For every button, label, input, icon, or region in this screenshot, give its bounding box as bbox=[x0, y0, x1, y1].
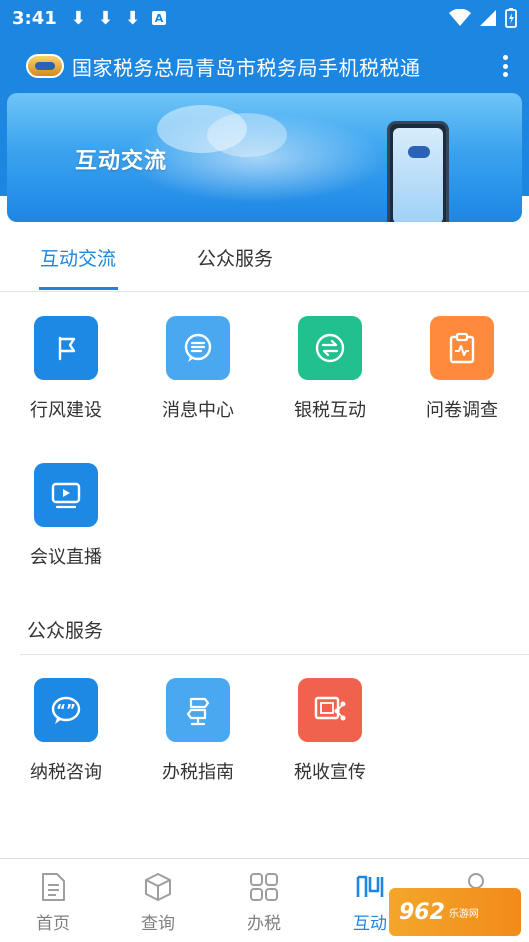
a-notification-icon: A bbox=[152, 11, 167, 25]
video-icon bbox=[34, 463, 98, 527]
grid-item-tax-promotion[interactable]: 税收宣传 bbox=[275, 678, 385, 784]
speech-bubble-graphic bbox=[207, 113, 287, 157]
cube-icon bbox=[145, 873, 171, 901]
grid-item-label: 银税互动 bbox=[294, 400, 366, 421]
grid-item-label: 问卷调查 bbox=[426, 400, 498, 421]
signal-icon bbox=[480, 10, 496, 26]
grid-item-survey[interactable]: 问卷调查 bbox=[407, 316, 517, 422]
grid-icon bbox=[250, 873, 278, 901]
download-icon: ⬇ bbox=[70, 7, 86, 29]
grid-item-label: 消息中心 bbox=[162, 400, 234, 421]
signpost-icon bbox=[166, 678, 230, 742]
nav-label: 首页 bbox=[36, 914, 70, 934]
tab-bar: 互动交流 公众服务 bbox=[0, 222, 529, 292]
status-bar: 3:41 ⬇ ⬇ ⬇ A bbox=[0, 0, 529, 36]
download-icon: ⬇ bbox=[97, 7, 113, 29]
nav-query[interactable]: 查询 bbox=[118, 871, 198, 934]
tab-indicator bbox=[39, 287, 118, 290]
grid-item-label: 纳税咨询 bbox=[30, 762, 102, 783]
grid-item-label: 税收宣传 bbox=[294, 762, 366, 783]
section-divider bbox=[20, 654, 529, 655]
section-title-public-service: 公众服务 bbox=[27, 620, 104, 642]
flag-icon bbox=[34, 316, 98, 380]
download-icon: ⬇ bbox=[124, 7, 141, 29]
grid-item-tax-guide[interactable]: 办税指南 bbox=[143, 678, 253, 784]
app-bar: 国家税务总局青岛市税务局手机税税通 bbox=[0, 36, 529, 96]
nav-label: 办税 bbox=[247, 914, 281, 934]
app-title: 国家税务总局青岛市税务局手机税税通 bbox=[72, 55, 421, 80]
bottom-navigation: 首页 查询 办税 互动 962 乐游网 bbox=[0, 858, 529, 942]
more-menu-icon[interactable] bbox=[495, 51, 515, 81]
tab-interaction[interactable]: 互动交流 bbox=[40, 244, 116, 271]
app-logo-icon bbox=[26, 54, 64, 78]
site-watermark: 962 乐游网 bbox=[389, 888, 521, 936]
grid-item-label: 会议直播 bbox=[30, 547, 102, 568]
grid-item-message-center[interactable]: 消息中心 bbox=[143, 316, 253, 422]
banner-text: 互动交流 bbox=[75, 149, 168, 174]
nav-home[interactable]: 首页 bbox=[13, 871, 93, 934]
battery-icon bbox=[505, 8, 517, 28]
wifi-icon bbox=[449, 9, 471, 26]
chat-quote-icon: “” bbox=[34, 678, 98, 742]
grid-item-label: 行风建设 bbox=[30, 400, 102, 421]
watermark-logo-text: 962 bbox=[399, 899, 445, 925]
nav-tax-handling[interactable]: 办税 bbox=[224, 871, 304, 934]
nav-label: 互动 bbox=[353, 914, 387, 934]
exchange-icon bbox=[298, 316, 362, 380]
clipboard-icon bbox=[430, 316, 494, 380]
grid-item-style-building[interactable]: 行风建设 bbox=[11, 316, 121, 422]
document-icon bbox=[42, 873, 65, 901]
share-screen-icon bbox=[298, 678, 362, 742]
grid-item-bank-tax[interactable]: 银税互动 bbox=[275, 316, 385, 422]
grid-item-label: 办税指南 bbox=[162, 762, 234, 783]
interact-icon bbox=[356, 875, 384, 897]
phone-graphic bbox=[387, 121, 449, 222]
status-time: 3:41 bbox=[12, 7, 57, 29]
nav-label: 查询 bbox=[141, 914, 175, 934]
banner[interactable]: 互动交流 bbox=[7, 93, 522, 222]
message-icon bbox=[166, 316, 230, 380]
watermark-site-name: 乐游网 bbox=[448, 908, 479, 920]
grid-item-tax-consult[interactable]: “” 纳税咨询 bbox=[11, 678, 121, 784]
svg-text:“”: “” bbox=[56, 701, 76, 719]
grid-item-live-meeting[interactable]: 会议直播 bbox=[11, 463, 121, 569]
tab-public-service[interactable]: 公众服务 bbox=[197, 244, 273, 271]
